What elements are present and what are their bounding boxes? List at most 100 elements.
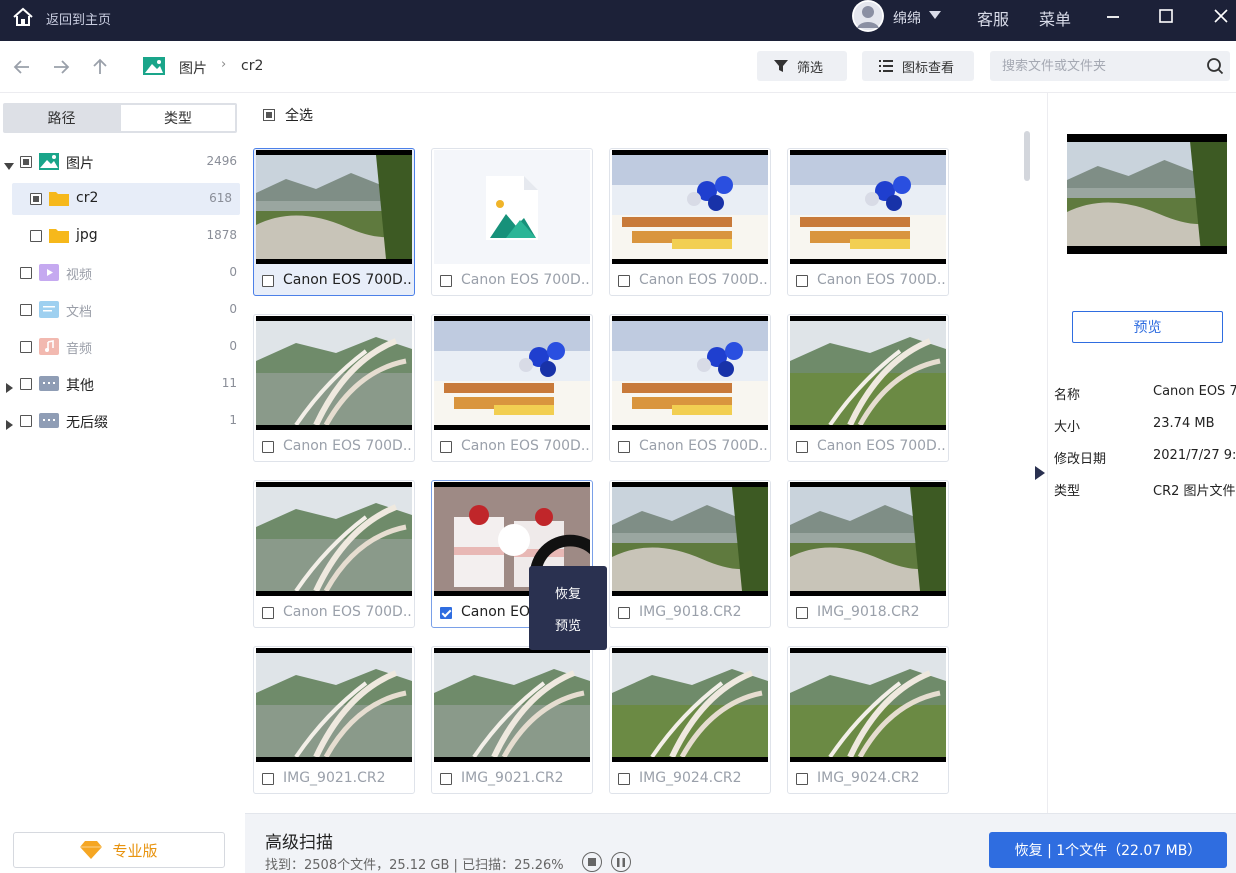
support-link[interactable]: 客服 (977, 6, 1009, 30)
back-arrow-icon[interactable] (11, 56, 33, 78)
tree-item-audio[interactable]: 音频 0 (0, 331, 245, 363)
menu-link[interactable]: 菜单 (1039, 6, 1071, 30)
file-checkbox[interactable] (618, 441, 630, 453)
tree-item-no-extension[interactable]: 无后缀 1 (0, 405, 245, 437)
scrollbar[interactable] (1024, 131, 1030, 181)
search-input[interactable] (1002, 51, 1192, 81)
file-tile[interactable]: Canon EOS 700D... (787, 148, 949, 296)
file-checkbox[interactable] (796, 275, 808, 287)
file-checkbox[interactable] (440, 441, 452, 453)
file-tile[interactable]: Canon EOS 700D... (253, 480, 415, 628)
file-checkbox[interactable] (262, 607, 274, 619)
file-checkbox[interactable] (262, 441, 274, 453)
expand-right-icon[interactable] (4, 378, 14, 393)
file-tile[interactable]: IMG_9018.CR2 (787, 480, 949, 628)
maximize-icon[interactable] (1154, 4, 1178, 28)
breadcrumb-cr2[interactable]: cr2 (241, 58, 263, 74)
minimize-icon[interactable] (1101, 4, 1125, 28)
tab-type[interactable]: 类型 (121, 105, 235, 131)
file-tile[interactable]: IMG_9021.CR2 (431, 646, 593, 794)
file-tile[interactable]: IMG_9024.CR2 (787, 646, 949, 794)
file-checkbox[interactable] (440, 607, 452, 619)
expand-right-icon[interactable] (4, 415, 14, 430)
home-icon[interactable] (10, 4, 36, 30)
tree-checkbox[interactable] (20, 267, 32, 279)
thumbnail[interactable] (434, 316, 590, 430)
tree-item-images[interactable]: 图片 2496 (0, 146, 245, 178)
checkbox[interactable] (263, 109, 275, 121)
tab-path[interactable]: 路径 (3, 103, 120, 133)
file-checkbox[interactable] (618, 275, 630, 287)
tree-checkbox[interactable] (20, 415, 32, 427)
thumbnail[interactable] (612, 648, 768, 762)
preview-button[interactable]: 预览 (1072, 311, 1223, 343)
filter-button[interactable]: 筛选 (757, 51, 847, 81)
zoom-icon[interactable] (498, 524, 590, 596)
file-tile[interactable]: IMG_9024.CR2 (609, 646, 771, 794)
thumbnail[interactable] (612, 150, 768, 264)
tree-item-cr2[interactable]: cr2 618 (12, 183, 240, 215)
file-tile[interactable]: Canon EOS 700D... (431, 314, 593, 462)
icon-view-button[interactable]: 图标查看 (862, 51, 974, 81)
thumbnail[interactable] (256, 482, 412, 596)
caret-down-icon[interactable] (926, 8, 944, 22)
collapse-panel-icon[interactable] (1034, 465, 1046, 480)
context-recover[interactable]: 恢复 (529, 578, 607, 606)
thumbnail[interactable] (790, 316, 946, 430)
file-checkbox[interactable] (440, 275, 452, 287)
thumbnail[interactable] (434, 648, 590, 762)
search-icon[interactable] (1206, 57, 1224, 75)
file-tile[interactable]: IMG_9018.CR2 (609, 480, 771, 628)
tree-item-docs[interactable]: 文档 0 (0, 294, 245, 326)
file-checkbox[interactable] (796, 773, 808, 785)
thumbnail[interactable] (612, 482, 768, 596)
back-home-link[interactable]: 返回到主页 (46, 9, 111, 28)
thumbnail[interactable] (790, 150, 946, 264)
tree-checkbox[interactable] (20, 304, 32, 316)
tree-item-jpg[interactable]: jpg 1878 (0, 220, 245, 252)
pro-version-button[interactable]: 专业版 (13, 832, 225, 868)
tree-checkbox[interactable] (30, 193, 42, 205)
file-checkbox[interactable] (618, 607, 630, 619)
tree-item-video[interactable]: 视频 0 (0, 257, 245, 289)
tree-checkbox[interactable] (20, 341, 32, 353)
file-checkbox[interactable] (262, 275, 274, 287)
select-all-checkbox[interactable]: 全选 (263, 105, 313, 125)
breadcrumb-images[interactable]: 图片 (179, 58, 207, 78)
file-checkbox[interactable] (262, 773, 274, 785)
thumbnail[interactable] (612, 316, 768, 430)
file-checkbox[interactable] (796, 441, 808, 453)
stop-icon[interactable] (582, 852, 602, 872)
recover-button[interactable]: 恢复 | 1个文件（22.07 MB） (989, 832, 1227, 868)
tree-item-other[interactable]: 其他 11 (0, 368, 245, 400)
context-preview[interactable]: 预览 (529, 610, 607, 638)
tree-checkbox[interactable] (20, 378, 32, 390)
thumbnail[interactable] (256, 150, 412, 264)
thumbnail[interactable] (256, 316, 412, 430)
file-tile[interactable]: Canon EOS 700D... (253, 148, 415, 296)
thumbnail[interactable] (256, 648, 412, 762)
file-tile[interactable]: Canon EOS 700D... (253, 314, 415, 462)
tree-checkbox[interactable] (30, 230, 42, 242)
file-tile[interactable]: Canon EOS 700D... (431, 148, 593, 296)
expand-down-icon[interactable] (4, 156, 14, 170)
file-tile[interactable]: Canon EOS 700D... (609, 314, 771, 462)
file-checkbox[interactable] (618, 773, 630, 785)
file-checkbox[interactable] (796, 607, 808, 619)
up-arrow-icon[interactable] (89, 56, 111, 78)
tree-checkbox[interactable] (20, 156, 32, 168)
search-box[interactable] (990, 51, 1230, 81)
close-icon[interactable] (1209, 4, 1233, 28)
file-checkbox[interactable] (440, 773, 452, 785)
pause-icon[interactable] (611, 852, 631, 872)
image-file-icon[interactable] (434, 150, 590, 264)
file-tile[interactable]: Canon EOS 700D... (787, 314, 949, 462)
thumbnail[interactable] (790, 648, 946, 762)
forward-arrow-icon[interactable] (50, 56, 72, 78)
avatar[interactable] (852, 0, 884, 32)
username[interactable]: 绵绵 (893, 8, 921, 28)
file-tile[interactable]: Canon EOS 700D... (609, 148, 771, 296)
tree-count: 0 (229, 265, 237, 279)
file-tile[interactable]: IMG_9021.CR2 (253, 646, 415, 794)
thumbnail[interactable] (790, 482, 946, 596)
